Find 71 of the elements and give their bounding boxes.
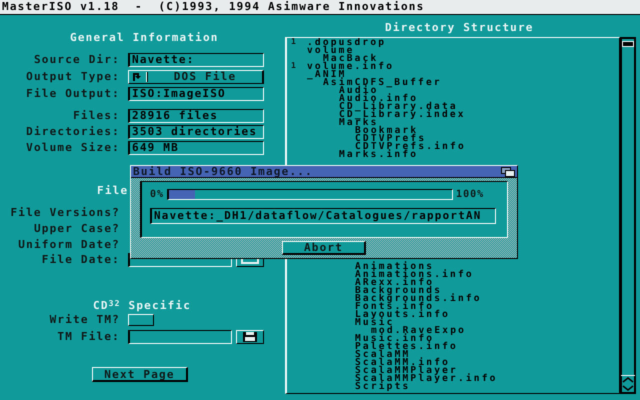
write-tm-checkbox[interactable] — [128, 314, 154, 326]
dialog-title: Build ISO-9660 Image... — [132, 166, 313, 176]
tree-item[interactable]: Music.info — [355, 335, 434, 343]
progress-start-label: 0% — [150, 189, 164, 200]
tree-item[interactable]: .dopusdrop — [307, 39, 386, 47]
screen-title: MasterISO v1.18 - (C)1993, 1994 Asimware Innovations — [1, 1, 424, 13]
scroll-up-icon[interactable] — [621, 376, 635, 384]
tree-item[interactable]: volume.info — [307, 63, 394, 71]
output-type-cycle[interactable]: DOS File — [128, 70, 264, 84]
tree-item[interactable]: Audio.info — [339, 95, 418, 103]
option-label: Uniform Date? — [17, 239, 120, 251]
tm-file-field[interactable] — [128, 330, 232, 344]
tree-item[interactable]: Bookmark — [355, 127, 418, 135]
scroll-down-icon[interactable] — [621, 384, 635, 392]
next-page-button[interactable]: Next Page — [92, 367, 188, 382]
section-heading: File — [97, 185, 128, 197]
tree-item[interactable]: ScalaMMPlayer — [355, 367, 458, 375]
tree-item[interactable]: MacBack — [323, 55, 378, 63]
field-label: Files: — [72, 110, 120, 122]
section-heading: General Information — [70, 32, 219, 44]
file-marker: 1 — [291, 62, 298, 70]
tree-item[interactable]: Animations — [355, 263, 434, 271]
current-file-field: Navette:_DH1/dataflow/Catalogues/rapportAN — [150, 208, 496, 224]
abort-button[interactable]: Abort — [282, 241, 366, 255]
info-field: 649 MB — [128, 141, 264, 155]
option-label: Upper Case? — [32, 223, 120, 235]
tree-item[interactable]: CDTVPrefs — [355, 135, 426, 143]
info-field: 28916 files — [128, 109, 264, 123]
tree-item[interactable]: AsimCDFS_Buffer — [323, 79, 442, 87]
option-label: File Versions? — [9, 207, 120, 219]
tree-item[interactable]: ScalaMM — [355, 351, 410, 359]
field-label: TM File: — [56, 331, 120, 343]
scrollbar[interactable] — [620, 37, 636, 394]
tree-item[interactable]: Audio — [339, 87, 379, 95]
tree-item[interactable]: Marks — [339, 119, 379, 127]
section-heading: CD$^{32}$ Specific — [93, 298, 192, 312]
field-label: Output Type: — [25, 71, 120, 83]
tree-item[interactable]: Music — [355, 319, 395, 327]
text-field[interactable]: ISO:ImageISO — [128, 87, 264, 101]
field-label: Directories: — [25, 126, 120, 138]
tree-item[interactable]: CD_Library.index — [339, 111, 466, 119]
tree-item[interactable]: Animations.info — [355, 271, 474, 279]
tree-item[interactable]: ScalaMM.info — [355, 359, 450, 367]
tree-item[interactable]: Scripts — [355, 383, 410, 391]
field-label: Source Dir: — [32, 54, 120, 66]
tree-item[interactable]: mod.RaveExpo — [371, 327, 466, 335]
tree-item[interactable]: Marks.info — [339, 151, 418, 159]
tree-item[interactable]: CDTVPrefs.info — [355, 143, 466, 151]
tree-item[interactable]: Backgrounds.info — [355, 295, 482, 303]
tree-item[interactable]: CD_Library.data — [339, 103, 458, 111]
field-label: Volume Size: — [25, 142, 120, 154]
tree-item[interactable]: ARexx.info — [355, 279, 434, 287]
cycle-icon — [132, 72, 143, 82]
tree-item[interactable]: Backgrounds — [355, 287, 442, 295]
tree-item[interactable]: Palettes.info — [355, 343, 458, 351]
progress-end-label: 100% — [456, 189, 484, 200]
text-field[interactable]: Navette: — [128, 53, 264, 67]
file-marker: 1 — [291, 38, 298, 46]
tree-item[interactable]: ScalaMMPlayer.info — [355, 375, 498, 383]
panel-heading: Directory Structure — [385, 22, 534, 34]
field-label: File Output: — [25, 88, 120, 100]
field-label: File Date: — [40, 254, 120, 266]
info-field: 3503 directories — [128, 125, 264, 139]
option-label: Write TM? — [48, 314, 120, 326]
tree-item[interactable]: Layouts.info — [355, 311, 450, 319]
depth-gadget-icon[interactable] — [501, 166, 515, 176]
tree-item[interactable]: Fonts.info — [355, 303, 434, 311]
tree-item[interactable]: volume — [307, 47, 355, 55]
scroll-knob[interactable] — [622, 41, 634, 47]
tree-item[interactable]: _ANIM — [307, 71, 347, 79]
file-requester-button[interactable] — [236, 330, 264, 344]
